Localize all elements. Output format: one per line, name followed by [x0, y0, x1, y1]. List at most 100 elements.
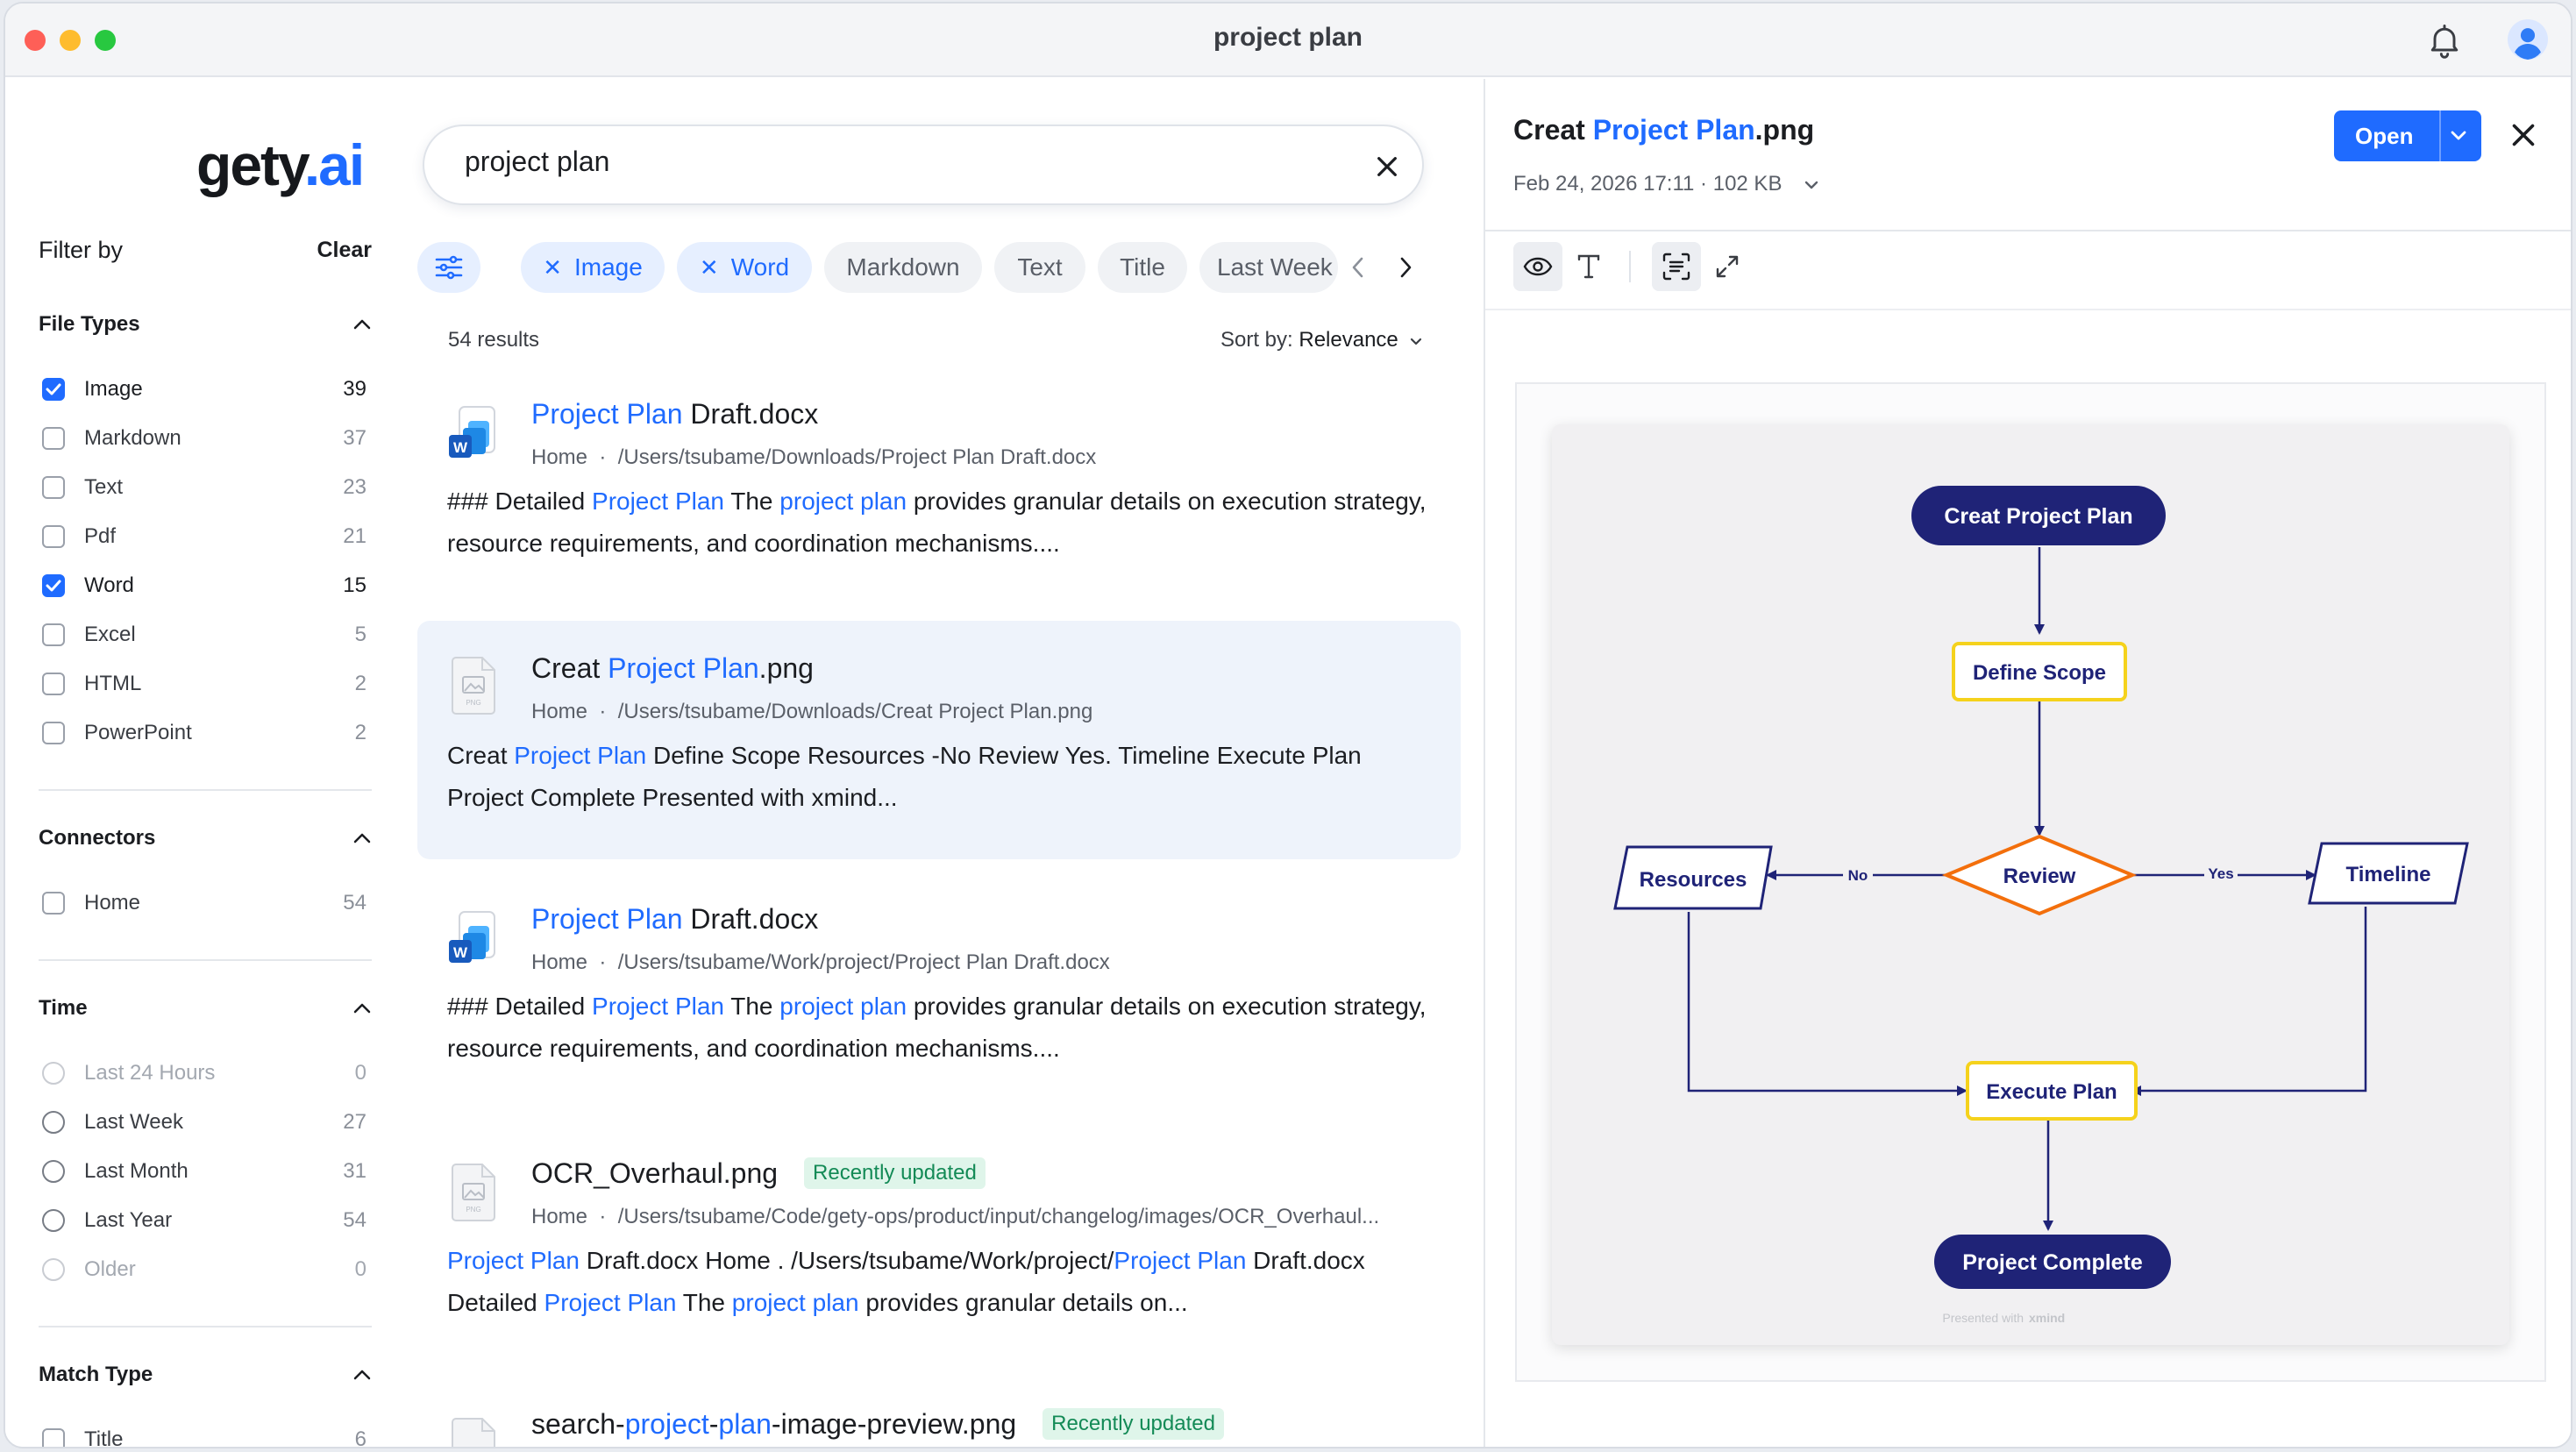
connectors-header[interactable]: Connectors: [39, 826, 372, 851]
svg-text:Review: Review: [2003, 865, 2076, 888]
time-older-radio[interactable]: Older 0: [42, 1254, 366, 1285]
result-title[interactable]: Project Plan Draft.docx: [531, 903, 818, 936]
checkbox-icon[interactable]: [42, 1428, 65, 1447]
file-types-title: File Types: [39, 312, 140, 336]
chip-word[interactable]: ✕ Word: [677, 242, 812, 293]
result-snippet: ### Detailed Project Plan The project pl…: [447, 993, 1427, 1062]
filter-markdown-checkbox[interactable]: Markdown 37: [42, 423, 366, 454]
filter-settings-button[interactable]: [417, 242, 480, 293]
ocr-scan-button[interactable]: [1652, 242, 1701, 291]
search-bar[interactable]: [423, 125, 1424, 205]
remove-chip-icon[interactable]: ✕: [543, 254, 562, 281]
time-last-year-radio[interactable]: Last Year 54: [42, 1205, 366, 1236]
text-icon: [1577, 254, 1600, 279]
filter-label: Home: [84, 891, 141, 915]
chevron-up-icon[interactable]: [352, 1002, 372, 1014]
panel-divider: [1485, 230, 2571, 231]
chip-last-week[interactable]: Last Week: [1199, 242, 1338, 293]
clear-filters-button[interactable]: Clear: [317, 238, 372, 263]
result-title[interactable]: Project Plan Draft.docx: [531, 398, 818, 431]
recently-updated-badge: Recently updated: [1042, 1407, 1224, 1440]
checkbox-icon[interactable]: [42, 892, 65, 915]
chip-title[interactable]: Title: [1098, 242, 1187, 293]
result-title[interactable]: Creat Project Plan.png: [531, 652, 814, 685]
result-title[interactable]: OCR_Overhaul.png Recently updated: [531, 1157, 986, 1192]
chevron-up-icon[interactable]: [352, 1369, 372, 1381]
filter-label: Pdf: [84, 524, 117, 548]
chip-image[interactable]: ✕ Image: [521, 242, 665, 293]
filter-label: Word: [84, 573, 134, 597]
checkbox-icon[interactable]: [42, 673, 65, 695]
filter-count: 54: [343, 891, 366, 915]
search-result[interactable]: W Project Plan Draft.docx Home · /Users/…: [417, 388, 1461, 580]
filter-home-checkbox[interactable]: Home 54: [42, 887, 366, 919]
preview-title: Creat Project Plan.png: [1513, 114, 1815, 146]
filter-html-checkbox[interactable]: HTML 2: [42, 668, 366, 700]
match-type-header[interactable]: Match Type: [39, 1363, 372, 1387]
filter-excel-checkbox[interactable]: Excel 5: [42, 619, 366, 651]
search-result[interactable]: search-project-plan-image-preview.png Rec…: [417, 1396, 1461, 1447]
expand-button[interactable]: [1703, 242, 1752, 291]
filter-image-checkbox[interactable]: Image 39: [42, 374, 366, 405]
checkbox-checked-icon[interactable]: [42, 378, 65, 401]
chip-label: Markdown: [846, 253, 960, 281]
checkbox-icon[interactable]: [42, 476, 65, 499]
image-file-icon: [452, 1418, 495, 1447]
chip-label: Word: [730, 253, 790, 281]
filter-label: HTML: [84, 672, 142, 695]
checkbox-checked-icon[interactable]: [42, 574, 65, 597]
checkbox-icon[interactable]: [42, 623, 65, 646]
radio-icon[interactable]: [42, 1111, 65, 1134]
chevron-right-icon[interactable]: [1398, 256, 1413, 279]
checkbox-icon[interactable]: [42, 427, 65, 450]
search-result[interactable]: W Project Plan Draft.docx Home · /Users/…: [417, 893, 1461, 1085]
search-result-selected[interactable]: PNG Creat Project Plan.png Home · /Users…: [417, 621, 1461, 859]
search-result[interactable]: PNG OCR_Overhaul.png Recently updated Hom…: [417, 1143, 1461, 1336]
filter-pdf-checkbox[interactable]: Pdf 21: [42, 521, 366, 552]
filter-count: 5: [354, 623, 366, 646]
chevron-down-icon[interactable]: [1804, 180, 1819, 190]
radio-icon[interactable]: [42, 1160, 65, 1183]
match-title-checkbox[interactable]: Title 6: [42, 1424, 366, 1447]
radio-icon[interactable]: [42, 1062, 65, 1085]
preview-mode-button[interactable]: [1513, 242, 1562, 291]
time-last-24-hours-radio[interactable]: Last 24 Hours 0: [42, 1057, 366, 1089]
filter-powerpoint-checkbox[interactable]: PowerPoint 2: [42, 717, 366, 749]
chip-markdown[interactable]: Markdown: [824, 242, 982, 293]
chevron-left-icon[interactable]: [1350, 256, 1366, 279]
result-title[interactable]: search-project-plan-image-preview.png Rec…: [531, 1407, 1224, 1442]
svg-text:PNG: PNG: [466, 1206, 480, 1214]
checkbox-icon[interactable]: [42, 525, 65, 548]
filter-count: 23: [343, 475, 366, 499]
connector-line: [2131, 907, 2367, 1096]
radio-icon[interactable]: [42, 1258, 65, 1281]
sort-dropdown[interactable]: Sort by: Relevance: [1220, 328, 1423, 352]
search-input[interactable]: [465, 146, 1324, 178]
close-icon[interactable]: [2508, 119, 2539, 151]
filter-word-checkbox[interactable]: Word 15: [42, 570, 366, 601]
bell-icon[interactable]: [2425, 21, 2464, 60]
checkbox-icon[interactable]: [42, 722, 65, 744]
time-last-week-radio[interactable]: Last Week 27: [42, 1107, 366, 1138]
file-types-header[interactable]: File Types: [39, 312, 372, 337]
chevron-down-icon[interactable]: [2448, 128, 2469, 144]
open-button[interactable]: Open: [2334, 110, 2481, 161]
svg-text:Project Complete: Project Complete: [1962, 1250, 2143, 1275]
chevron-up-icon[interactable]: [352, 318, 372, 331]
chip-text[interactable]: Text: [994, 242, 1085, 293]
filter-count: 39: [343, 377, 366, 401]
recently-updated-badge: Recently updated: [804, 1157, 986, 1189]
remove-chip-icon[interactable]: ✕: [700, 254, 719, 281]
chip-label: Text: [1017, 253, 1063, 281]
text-mode-button[interactable]: [1564, 242, 1613, 291]
user-avatar-icon[interactable]: [2508, 19, 2548, 60]
time-last-month-radio[interactable]: Last Month 31: [42, 1156, 366, 1187]
filter-text-checkbox[interactable]: Text 23: [42, 472, 366, 503]
filter-title: Filter by: [39, 237, 124, 263]
radio-icon[interactable]: [42, 1209, 65, 1232]
clear-search-icon[interactable]: [1373, 153, 1401, 181]
time-header[interactable]: Time: [39, 996, 372, 1021]
filter-label: Last Week: [84, 1110, 183, 1134]
chevron-up-icon[interactable]: [352, 832, 372, 844]
preview-meta[interactable]: Feb 24, 2026 17:11 · 102 KB: [1513, 172, 1819, 196]
